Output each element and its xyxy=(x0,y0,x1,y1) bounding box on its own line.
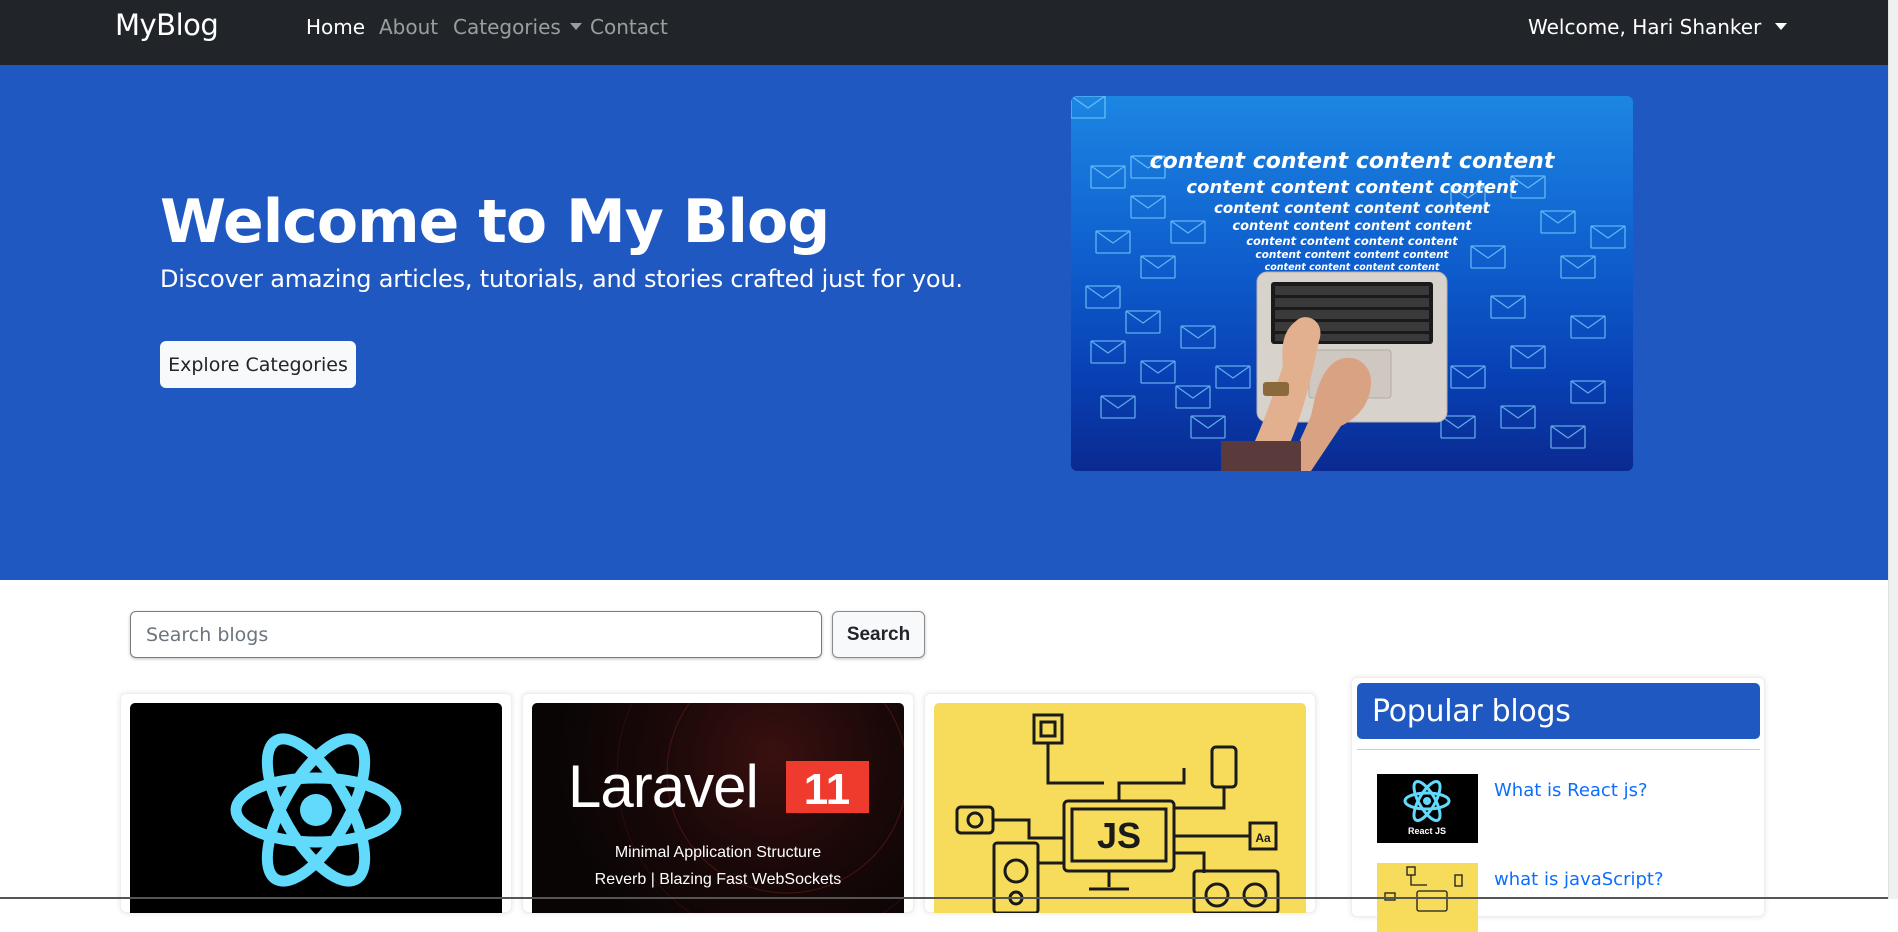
popular-blogs-panel: Popular blogs React JS What is React js?… xyxy=(1351,677,1765,932)
nav-categories-label: Categories xyxy=(453,15,561,39)
card-image-react[interactable] xyxy=(130,703,502,913)
popular-blog-link[interactable]: what is javaScript? xyxy=(1494,869,1664,890)
svg-text:content content content conten: content content content content xyxy=(1150,149,1556,174)
user-menu-dropdown[interactable]: Welcome, Hari Shanker xyxy=(1528,15,1788,39)
hero-subtitle: Discover amazing articles, tutorials, an… xyxy=(160,265,963,293)
popular-blogs-title: Popular blogs xyxy=(1357,683,1760,739)
chevron-down-icon xyxy=(1775,23,1788,30)
svg-text:content content content conten: content content content content xyxy=(1265,262,1440,273)
hero-title: Welcome to My Blog xyxy=(160,187,830,257)
svg-text:Aa: Aa xyxy=(1255,831,1271,845)
svg-text:content content content conten: content content content content xyxy=(1186,177,1519,198)
nav-about[interactable]: About xyxy=(379,15,438,39)
blog-card[interactable] xyxy=(120,693,512,913)
popular-thumb-react[interactable]: React JS xyxy=(1377,774,1478,843)
card-image-laravel[interactable]: Laravel 11 Minimal Application Structure… xyxy=(532,703,904,913)
hero-image: content content content content content … xyxy=(1071,96,1633,471)
hero-section: Welcome to My Blog Discover amazing arti… xyxy=(0,65,1888,580)
explore-categories-button[interactable]: Explore Categories xyxy=(160,341,356,388)
brand-logo[interactable]: MyBlog xyxy=(115,8,219,42)
svg-text:Minimal Application Structure: Minimal Application Structure xyxy=(615,844,821,861)
svg-text:React JS: React JS xyxy=(1408,826,1446,836)
svg-text:content content content conten: content content content content xyxy=(1246,234,1458,248)
svg-text:11: 11 xyxy=(804,765,851,814)
user-welcome-label: Welcome, Hari Shanker xyxy=(1528,15,1762,39)
divider xyxy=(1357,749,1760,750)
nav-contact[interactable]: Contact xyxy=(590,15,668,39)
laptop-email-illustration-icon: content content content content content … xyxy=(1071,96,1626,471)
svg-text:JS: JS xyxy=(1097,815,1141,856)
laravel-banner-icon: Laravel 11 Minimal Application Structure… xyxy=(568,703,904,913)
blog-card[interactable]: Laravel 11 Minimal Application Structure… xyxy=(522,693,914,913)
svg-text:content content content conten: content content content content xyxy=(1232,219,1472,234)
card-image-javascript[interactable]: JS Aa xyxy=(934,703,1306,913)
blog-card[interactable]: JS Aa xyxy=(924,693,1316,913)
page-scrollbar[interactable] xyxy=(1888,0,1898,899)
react-logo-icon xyxy=(230,733,402,887)
search-button[interactable]: Search xyxy=(832,611,925,658)
svg-text:Reverb | Blazing Fast WebSocke: Reverb | Blazing Fast WebSockets xyxy=(595,871,842,888)
svg-text:Laravel: Laravel xyxy=(568,753,758,820)
svg-text:content content content conten: content content content content xyxy=(1255,249,1449,261)
search-input[interactable] xyxy=(130,611,822,658)
popular-blog-link[interactable]: What is React js? xyxy=(1494,780,1648,801)
javascript-diagram-icon: JS Aa xyxy=(955,713,1280,913)
nav-home[interactable]: Home xyxy=(306,15,365,39)
nav-categories[interactable]: Categories xyxy=(453,15,582,39)
chevron-down-icon xyxy=(569,23,582,30)
top-navbar: MyBlog Home About Categories Contact Wel… xyxy=(0,0,1888,65)
react-logo-icon: React JS xyxy=(1403,780,1451,836)
svg-text:content content content conten: content content content content xyxy=(1214,199,1491,217)
